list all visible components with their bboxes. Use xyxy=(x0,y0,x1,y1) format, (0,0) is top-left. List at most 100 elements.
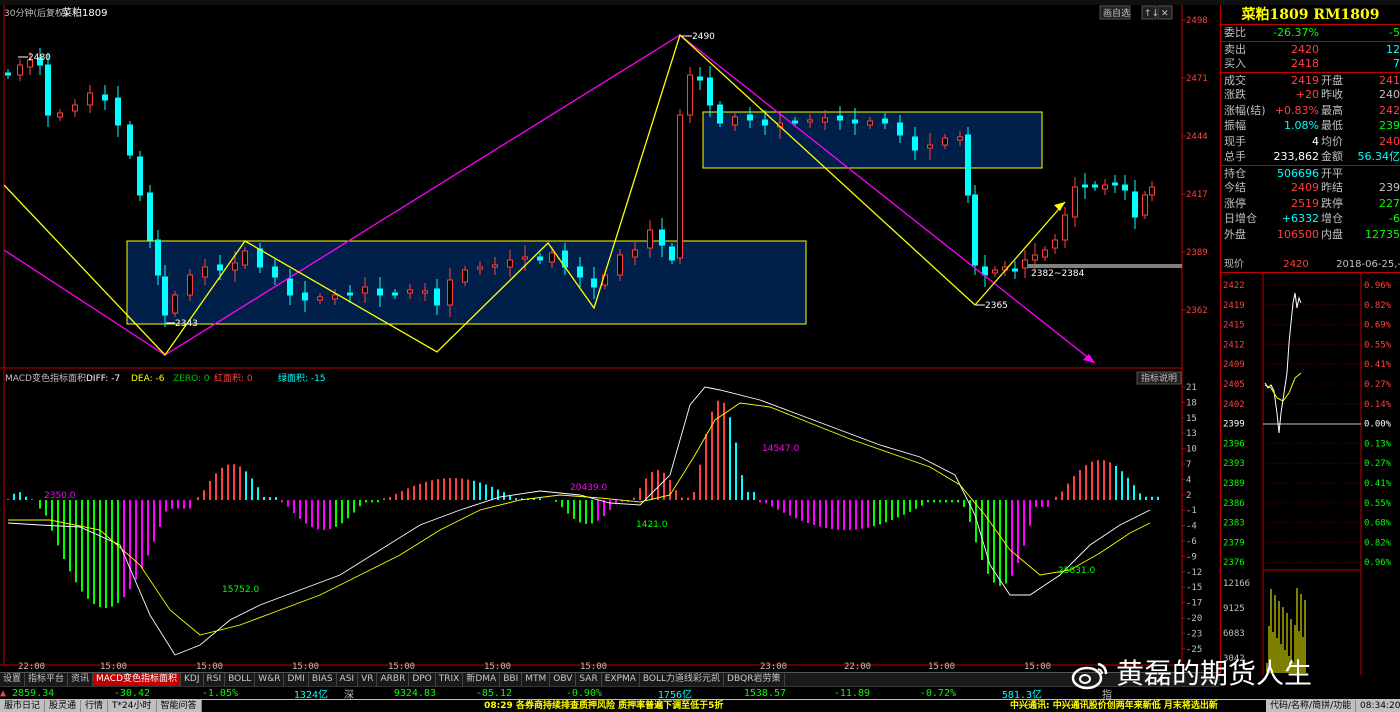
candle-body xyxy=(317,296,323,301)
timeshare-left-tick: 12166 xyxy=(1223,579,1250,589)
status-item[interactable]: 行情 xyxy=(81,699,109,712)
status-item[interactable]: T*24小时 xyxy=(108,699,157,712)
candle-body xyxy=(982,266,988,276)
candle-body xyxy=(1149,186,1155,196)
timeshare-header: 现价 2420 2018-06-25,- xyxy=(1221,257,1400,273)
news-ticker-1[interactable]: 08:29 各券商持续排查质押风险 质押率普遍下调至低于5折 xyxy=(201,699,1006,712)
tab-item[interactable]: TRIX xyxy=(436,673,464,686)
quote-row: 卖出 2420 12 xyxy=(1221,40,1400,57)
quote-value: +6332 xyxy=(1281,212,1319,225)
status-item[interactable]: 服市日记 xyxy=(0,699,46,712)
macd-tick: -23 xyxy=(1186,629,1202,639)
timeshare-chart[interactable]: 2422 2419 2415 2412 2409 2405 2402 2399 2396 2393… xyxy=(1221,273,1400,675)
candle-body xyxy=(1142,194,1148,216)
time-tick: 15:00 xyxy=(196,662,223,672)
quote-value: 239 xyxy=(1379,119,1400,132)
candle-body xyxy=(377,288,383,296)
tab-item[interactable]: 新DMA xyxy=(463,673,501,686)
candle-body xyxy=(965,134,971,196)
search-code-input[interactable]: 代码/名称/简拼/功能 xyxy=(1266,699,1356,712)
candle-body xyxy=(257,248,263,268)
candle-body xyxy=(287,278,293,296)
tab-item[interactable]: BBI xyxy=(500,673,523,686)
macd-name[interactable]: MACD变色指标面积 xyxy=(5,372,86,384)
tab-item[interactable]: ASI xyxy=(337,673,359,686)
sz-index-pct: -0.90% xyxy=(565,687,602,699)
timeshare-left-tick: 2376 xyxy=(1223,558,1245,568)
status-item[interactable]: 股灵通 xyxy=(45,699,82,712)
quote-row: 现手 4 均价 240 xyxy=(1221,134,1400,150)
status-bar: 服市日记 股灵通 行情 T*24小时 智能问答 08:29 各券商持续排查质押风… xyxy=(0,699,1400,712)
quote-key: 最低 xyxy=(1321,119,1343,132)
main-chart[interactable]: 30分钟(后复权) 菜粕1809 画自选 ↑↓ ✕ 2498 2471 2444… xyxy=(0,5,1220,675)
macd-area-label: 14547.0 xyxy=(762,444,799,454)
tab-item[interactable]: ARBR xyxy=(377,673,410,686)
tab-item[interactable]: SAR xyxy=(576,673,602,686)
candle-body xyxy=(647,229,653,249)
draw-watchlist-button[interactable]: 画自选 xyxy=(1103,7,1130,19)
chart-canvas[interactable]: 30分钟(后复权) 菜粕1809 画自选 ↑↓ ✕ 2498 2471 2444… xyxy=(0,5,1220,675)
tab-item[interactable]: BOLL力道线彩元凯 xyxy=(640,673,725,686)
candle-body xyxy=(45,64,51,116)
consolidation-box-right xyxy=(702,111,1043,169)
status-item[interactable]: 智能问答 xyxy=(157,699,202,712)
quote-value: 506696 xyxy=(1277,166,1319,180)
tab-item[interactable]: DPO xyxy=(409,673,436,686)
macd-dea: DEA: -6 xyxy=(131,374,165,384)
resize-icon[interactable]: ↑↓ xyxy=(1144,9,1159,19)
price-tick: 2471 xyxy=(1186,74,1208,84)
quote-value: 1.08% xyxy=(1284,119,1319,132)
timeshare-left-tick: 2422 xyxy=(1223,281,1245,291)
weibo-logo-icon xyxy=(1071,662,1108,690)
tab-item[interactable]: EXPMA xyxy=(602,673,640,686)
candle-body xyxy=(407,289,413,294)
candle-body xyxy=(5,72,11,76)
macd-tick: -12 xyxy=(1186,568,1202,578)
tab-item[interactable]: 指标平台 xyxy=(25,673,69,686)
quote-value: 239 xyxy=(1379,181,1400,194)
candle-body xyxy=(927,144,933,149)
time-tick: 15:00 xyxy=(484,662,511,672)
close-icon[interactable]: ✕ xyxy=(1161,9,1169,19)
tab-item[interactable]: OBV xyxy=(550,673,577,686)
quote-value: 2409 xyxy=(1291,181,1319,194)
candle-body xyxy=(957,136,963,141)
tab-item[interactable]: MTM xyxy=(522,673,551,686)
candle-body xyxy=(302,292,308,301)
quote-key: 成交 xyxy=(1224,73,1246,87)
indicator-help-label[interactable]: 指标说明 xyxy=(1141,372,1177,384)
tab-item[interactable]: DMI xyxy=(284,673,309,686)
tab-item[interactable]: BOLL xyxy=(225,673,256,686)
tab-item[interactable]: DBQR岩劳策 xyxy=(724,673,785,686)
timeshare-price-line xyxy=(1264,292,1302,434)
sh-index-change: -30.42 xyxy=(113,687,150,699)
tab-item[interactable]: MACD变色指标面积 xyxy=(93,673,182,686)
tab-item[interactable]: BIAS xyxy=(309,673,337,686)
candle-body xyxy=(732,116,738,126)
quote-key xyxy=(1319,42,1351,57)
candle-body xyxy=(155,239,161,276)
macd-area-label: 1421.0 xyxy=(636,520,668,530)
timeshare-panel[interactable]: 现价 2420 2018-06-25,- 2422 2419 2415 2412 240… xyxy=(1220,257,1400,675)
macd-tick: -6 xyxy=(1186,537,1197,547)
timeshare-right-tick: 0.13% xyxy=(1364,439,1392,449)
watermark: 黄磊的期货人生 xyxy=(1070,652,1390,696)
news-ticker-2[interactable]: 中兴通讯: 中兴通讯股价创两年来新低 月末将选出新 xyxy=(1006,699,1266,712)
quote-row: 委比 -26.37% -5 xyxy=(1221,25,1400,41)
macd-tick: 15 xyxy=(1186,414,1197,424)
tab-item[interactable]: 设置 xyxy=(0,673,26,686)
tab-item[interactable]: RSI xyxy=(204,673,226,686)
watermark-text: 黄磊的期货人生 xyxy=(1116,657,1313,690)
candle-body xyxy=(632,249,638,258)
tab-item[interactable]: W&R xyxy=(255,673,285,686)
tab-item[interactable]: KDJ xyxy=(181,673,204,686)
quote-value: 2418 xyxy=(1291,57,1319,70)
quote-key: 均价 xyxy=(1321,134,1343,148)
candle-body xyxy=(972,194,978,266)
tab-item[interactable]: 资讯 xyxy=(68,673,94,686)
tab-item[interactable]: VR xyxy=(358,673,378,686)
candle-body xyxy=(1022,259,1028,269)
quote-row: 外盘 106500 内盘 12735 xyxy=(1221,227,1400,243)
quote-key: 委比 xyxy=(1224,26,1246,39)
candle-body xyxy=(942,137,948,146)
